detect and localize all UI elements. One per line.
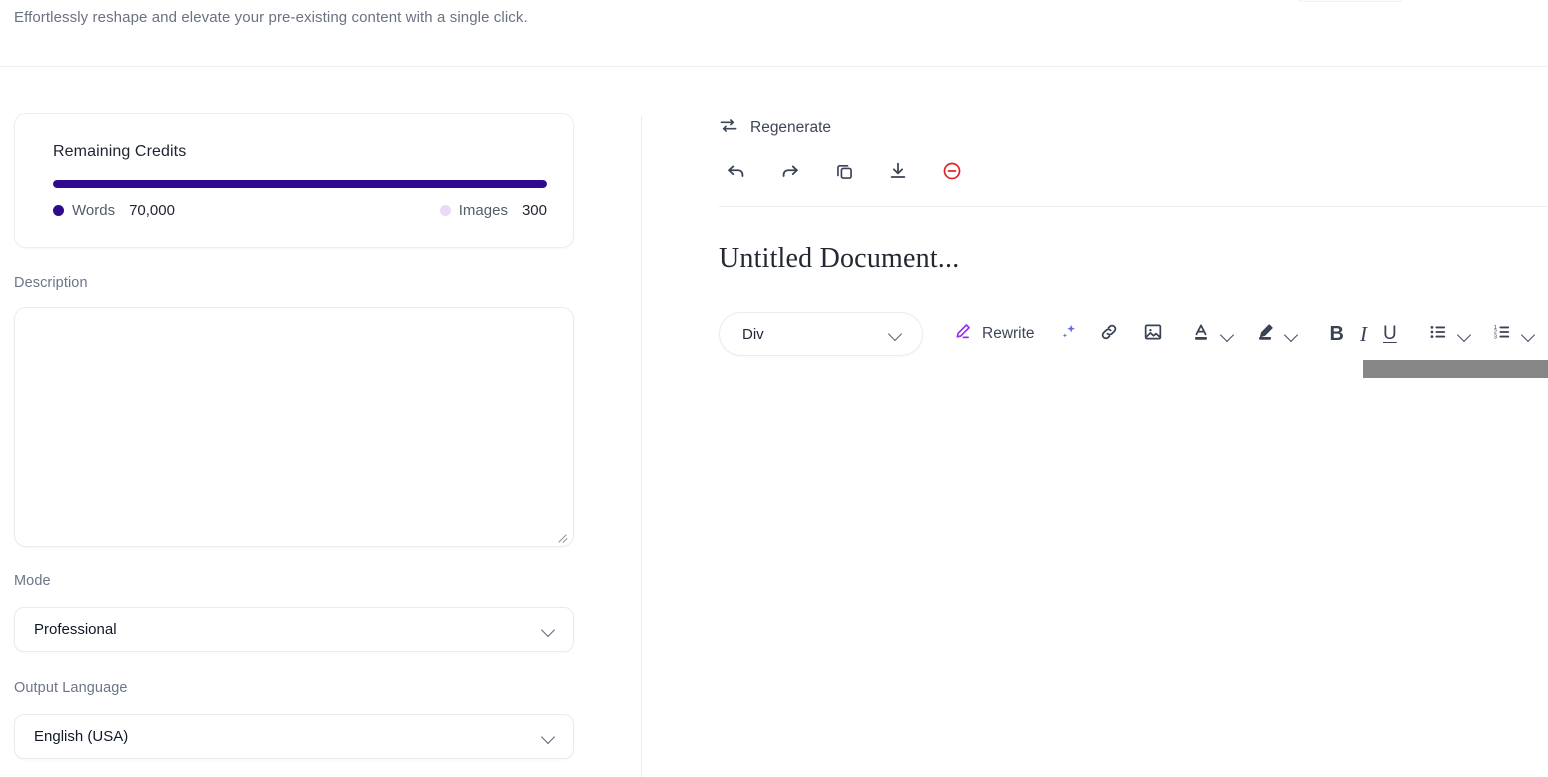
- words-label: Words: [72, 202, 116, 219]
- words-value: 70,000: [129, 202, 175, 219]
- chevron-down-icon[interactable]: [1219, 326, 1236, 343]
- left-panel: Remaining Credits Words 70,000 Images 30…: [0, 0, 641, 777]
- underline-button[interactable]: U: [1383, 323, 1397, 345]
- block-format-value: Div: [742, 325, 764, 343]
- scrollbar-track[interactable]: [1363, 358, 1548, 380]
- credits-legend: Words 70,000 Images 300: [53, 202, 547, 226]
- chevron-down-icon: [541, 622, 557, 638]
- italic-button[interactable]: I: [1360, 322, 1367, 347]
- resize-handle-icon[interactable]: [554, 528, 568, 543]
- text-color-icon: [1190, 321, 1212, 348]
- images-dot-icon: [439, 205, 451, 216]
- delete-button[interactable]: [935, 154, 969, 188]
- image-icon: [1142, 321, 1164, 348]
- legend-item-words: Words 70,000: [53, 202, 175, 219]
- text-color-button[interactable]: [1190, 321, 1212, 348]
- scrollbar-thumb[interactable]: [1363, 360, 1548, 378]
- ai-sparkle-button[interactable]: [1057, 321, 1079, 348]
- images-label: Images: [458, 202, 508, 219]
- redo-button[interactable]: [773, 154, 807, 188]
- insert-image-button[interactable]: [1142, 321, 1164, 348]
- sparkle-icon: [1057, 321, 1079, 348]
- link-icon: [1098, 321, 1120, 348]
- output-language-selected-value: English (USA): [34, 728, 129, 745]
- insert-link-button[interactable]: [1098, 321, 1120, 348]
- bullet-list-icon: [1427, 321, 1449, 348]
- output-language-label: Output Language: [14, 680, 128, 696]
- output-language-select[interactable]: English (USA): [14, 714, 574, 759]
- block-format-select[interactable]: Div: [719, 312, 923, 356]
- highlight-color-button[interactable]: [1254, 321, 1276, 348]
- regenerate-label: Regenerate: [750, 119, 832, 136]
- regenerate-button[interactable]: Regenerate: [719, 116, 831, 140]
- bullet-list-button[interactable]: [1427, 321, 1449, 348]
- regenerate-icon: [719, 116, 738, 140]
- numbered-list-button[interactable]: 1 2 3: [1491, 321, 1513, 348]
- editor-toolbar: Div Rewrite B I U 1 2 3: [719, 312, 1537, 356]
- editor-horizontal-scrollbar[interactable]: [1363, 358, 1548, 380]
- editor-divider: [719, 206, 1548, 207]
- document-actions: [719, 154, 969, 188]
- pencil-icon: [952, 321, 973, 347]
- credits-title: Remaining Credits: [53, 143, 187, 160]
- bold-button[interactable]: B: [1330, 323, 1344, 346]
- download-button[interactable]: [881, 154, 915, 188]
- copy-button[interactable]: [827, 154, 861, 188]
- chevron-down-icon: [888, 326, 904, 342]
- mode-label: Mode: [14, 573, 51, 589]
- mode-select[interactable]: Professional: [14, 607, 574, 652]
- app-root: Effortlessly reshape and elevate your pr…: [0, 0, 1548, 777]
- right-panel: Regenerate Untitled Document... Div Rewr…: [641, 0, 1548, 777]
- numbered-list-icon: 1 2 3: [1491, 321, 1513, 348]
- chevron-down-icon[interactable]: [1283, 326, 1300, 343]
- svg-text:3: 3: [1493, 334, 1496, 340]
- words-dot-icon: [53, 205, 64, 216]
- description-input[interactable]: [14, 307, 574, 547]
- legend-item-images: Images 300: [439, 202, 547, 219]
- rewrite-label: Rewrite: [982, 325, 1035, 342]
- undo-button[interactable]: [719, 154, 753, 188]
- description-label: Description: [14, 275, 88, 291]
- chevron-down-icon[interactable]: [1520, 326, 1537, 343]
- images-value: 300: [521, 202, 547, 219]
- document-title: Untitled Document...: [719, 243, 960, 274]
- credits-progress-fill: [53, 180, 547, 188]
- remaining-credits-card: Remaining Credits Words 70,000 Images 30…: [14, 113, 574, 248]
- highlighter-icon: [1254, 321, 1276, 348]
- rewrite-button[interactable]: Rewrite: [952, 321, 1035, 347]
- mode-selected-value: Professional: [34, 621, 117, 638]
- chevron-down-icon[interactable]: [1456, 326, 1473, 343]
- chevron-down-icon: [541, 729, 557, 745]
- credits-progress-track: [53, 180, 547, 188]
